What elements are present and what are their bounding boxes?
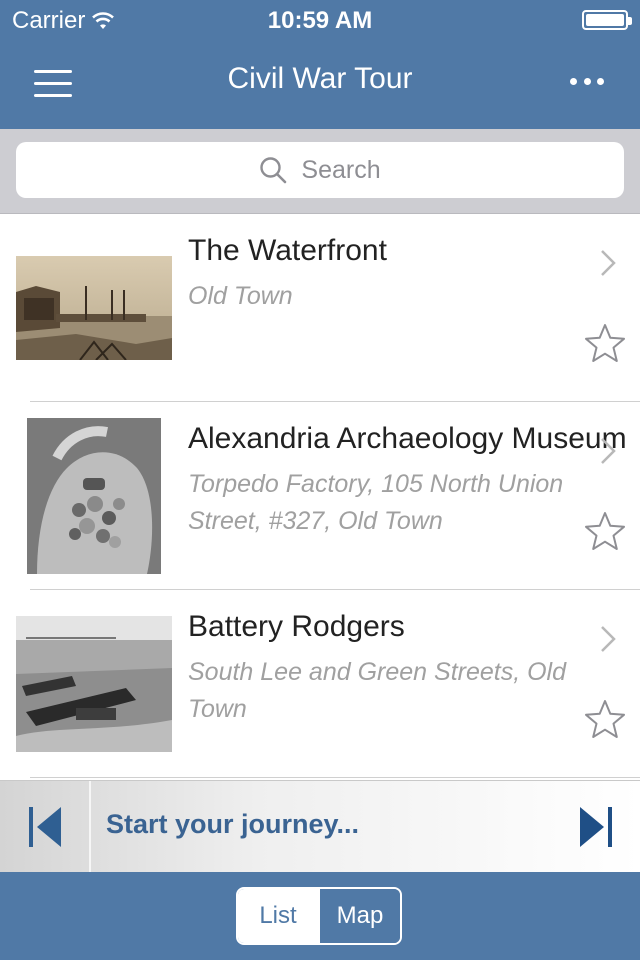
tour-location: South Lee and Green Streets, Old Town bbox=[188, 658, 567, 723]
list-item[interactable]: Battery Rodgers South Lee and Green Stre… bbox=[0, 590, 640, 778]
previous-stop-button[interactable] bbox=[0, 781, 91, 873]
waterfront-photo bbox=[16, 256, 172, 360]
chevron-right-icon bbox=[601, 438, 616, 464]
status-bar: Carrier 10:59 AM bbox=[0, 0, 640, 40]
tour-list: The Waterfront Old Town Alexandria Archa… bbox=[0, 214, 640, 780]
battery-icon bbox=[582, 10, 632, 30]
view-mode-segment: List Map bbox=[236, 887, 402, 945]
search-icon bbox=[260, 157, 287, 184]
tour-title: The Waterfront bbox=[188, 234, 387, 267]
tour-location: Torpedo Factory, 105 North Union Street,… bbox=[188, 470, 564, 535]
chevron-right-icon bbox=[601, 250, 616, 276]
search-bar: Search bbox=[0, 129, 640, 214]
favorite-star-icon[interactable] bbox=[584, 322, 626, 364]
tour-title: Battery Rodgers bbox=[188, 610, 405, 643]
journey-player: Start your journey... bbox=[0, 780, 640, 873]
row-divider bbox=[30, 777, 640, 778]
more-options-button[interactable] bbox=[570, 78, 604, 88]
artifacts-photo bbox=[27, 418, 161, 574]
page-title: Civil War Tour bbox=[227, 62, 413, 95]
journey-label[interactable]: Start your journey... bbox=[106, 809, 359, 840]
list-view-tab[interactable]: List bbox=[238, 889, 318, 943]
battery-rodgers-photo bbox=[16, 616, 172, 752]
status-time: 10:59 AM bbox=[267, 7, 373, 34]
top-bar: Carrier 10:59 AM Civil War Tour bbox=[0, 0, 640, 129]
search-input[interactable]: Search bbox=[16, 142, 624, 198]
tour-title: Alexandria Archaeology Museum bbox=[188, 422, 627, 455]
list-item[interactable]: Alexandria Archaeology Museum Torpedo Fa… bbox=[0, 402, 640, 590]
skip-next-icon[interactable] bbox=[578, 805, 614, 849]
chevron-right-icon bbox=[601, 626, 616, 652]
navigation-bar: Civil War Tour bbox=[0, 40, 640, 129]
search-placeholder: Search bbox=[301, 155, 381, 184]
skip-previous-icon bbox=[28, 807, 61, 847]
favorite-star-icon[interactable] bbox=[584, 510, 626, 552]
favorite-star-icon[interactable] bbox=[584, 698, 626, 740]
tour-location: Old Town bbox=[188, 282, 293, 310]
bottom-bar: List Map bbox=[0, 872, 640, 960]
map-view-tab[interactable]: Map bbox=[318, 889, 400, 943]
list-item[interactable]: The Waterfront Old Town bbox=[0, 214, 640, 402]
